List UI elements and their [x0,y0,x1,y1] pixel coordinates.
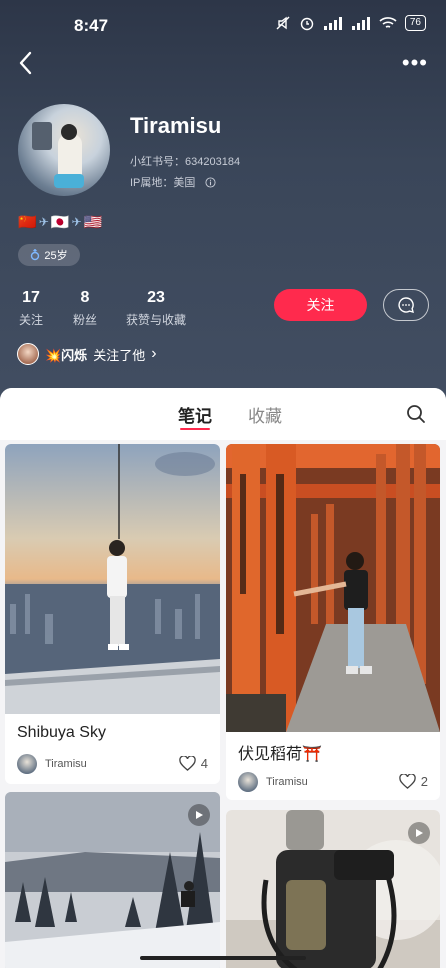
play-icon[interactable] [188,804,210,826]
flags-row: 🇨🇳 ✈ 🇯🇵 ✈ 🇺🇸 [18,213,102,231]
search-icon[interactable] [406,404,426,424]
note-title: Shibuya Sky [17,724,106,741]
chevron-right-icon: › [151,345,157,362]
note-card[interactable] [226,810,440,968]
stat-fans-value: 8 [80,289,90,306]
note-image [226,444,440,732]
wifi-icon [379,17,397,28]
note-card[interactable]: 伏见稻荷⛩️ Tiramisu 2 [226,444,440,800]
male-icon [31,249,40,261]
stat-following[interactable]: 17 关注 [18,289,44,328]
user-id: 小红书号：634203184 [130,156,241,168]
message-button[interactable] [383,289,429,321]
message-icon [398,297,414,313]
tab-notes[interactable]: 笔记 [178,402,212,427]
note-author[interactable]: Tiramisu [238,772,308,792]
author-name: Tiramisu [266,776,308,788]
signal-icon-2 [351,17,370,30]
back-icon[interactable] [16,50,38,76]
stat-fans-label: 粉丝 [72,313,97,327]
heart-icon [399,774,416,789]
tab-collections[interactable]: 收藏 [248,402,282,427]
plane-icon-2: ✈ [71,215,82,229]
like-button[interactable]: 4 [179,756,208,771]
ip-location-label: IP属地：美国 [130,177,196,189]
age-label: 25岁 [44,250,68,262]
battery-indicator: 76 [404,15,426,31]
flag-japan: 🇯🇵 [50,214,70,231]
author-name: Tiramisu [45,758,87,770]
stat-fans[interactable]: 8 粉丝 [72,289,98,328]
note-card[interactable] [5,792,220,968]
stat-following-value: 17 [22,289,40,306]
signal-icon [323,17,342,30]
follow-button[interactable]: 关注 [274,289,367,321]
author-avatar [17,754,37,774]
note-author[interactable]: Tiramisu [17,754,87,774]
stat-likes[interactable]: 23 获赞与收藏 [124,289,188,328]
play-icon[interactable] [408,822,430,844]
like-count: 4 [200,756,208,771]
mutual-avatar [17,343,39,365]
home-indicator[interactable] [140,956,306,960]
status-icons: 76 [275,15,426,31]
note-card[interactable]: Shibuya Sky Tiramisu 4 [5,444,220,784]
flag-usa: 🇺🇸 [83,214,103,231]
tab-active-indicator [180,428,210,430]
author-avatar [238,772,258,792]
ip-location: IP属地：美国 [130,174,216,190]
like-button[interactable]: 2 [399,774,428,789]
status-bar: 8:47 76 [0,0,446,50]
stat-following-label: 关注 [18,313,43,327]
mutual-follow[interactable]: 💥闪烁 关注了他 › [17,343,157,365]
plane-icon: ✈ [38,215,49,229]
status-time: 8:47 [74,16,109,35]
info-icon[interactable] [205,176,216,188]
avatar[interactable] [18,104,110,196]
more-icon[interactable]: ••• [402,52,428,74]
heart-icon [179,756,196,771]
tab-bar: 笔记 收藏 [0,388,446,440]
note-image [5,444,220,714]
like-count: 2 [420,774,428,789]
username: Tiramisu [130,113,222,138]
mutual-name: 💥闪烁 [45,347,88,363]
note-title: 伏见稻荷⛩️ [238,746,322,763]
mute-icon [276,16,290,30]
profile-header: 8:47 76 ••• Tiramisu 小红书号：634203184 IP属地… [0,0,446,410]
stat-likes-value: 23 [147,289,165,306]
stat-likes-label: 获赞与收藏 [125,313,186,327]
mutual-text: 关注了他 [93,347,146,363]
flag-china: 🇨🇳 [18,214,37,231]
alarm-icon [300,17,314,31]
notes-section: 笔记 收藏 Shibuya Sky Tiramisu 4 伏见稻荷⛩️ Tira… [0,388,446,968]
age-badge: 25岁 [18,244,80,266]
